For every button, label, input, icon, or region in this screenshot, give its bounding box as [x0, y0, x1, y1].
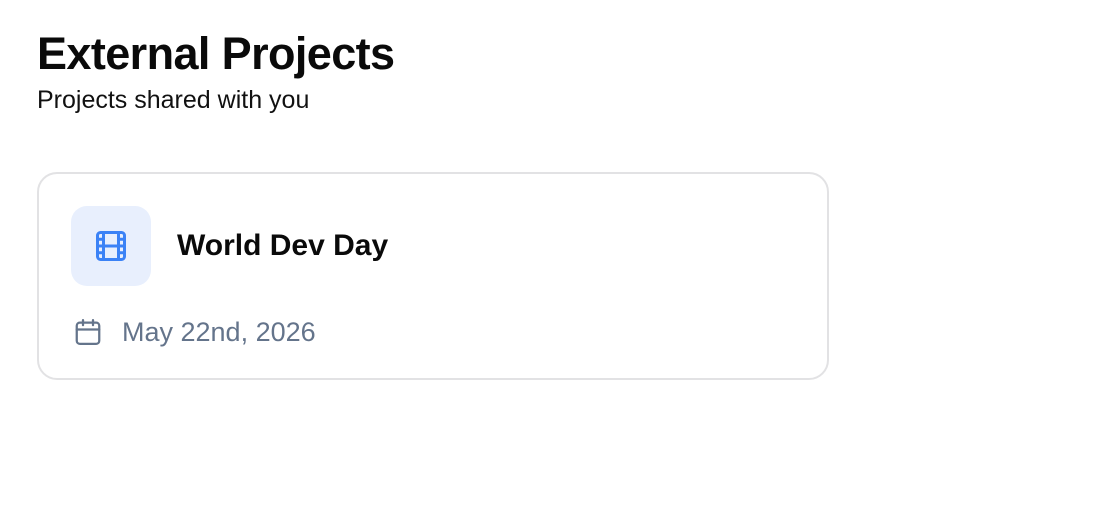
project-card-header: World Dev Day — [71, 206, 388, 286]
page-subtitle: Projects shared with you — [37, 86, 310, 114]
project-name: World Dev Day — [177, 229, 389, 262]
page-title: External Projects — [37, 28, 395, 79]
project-card[interactable]: World Dev Day May 22nd, 2026 — [37, 172, 829, 380]
film-icon — [96, 231, 126, 261]
external-projects-page: External Projects Projects shared with y… — [37, 26, 1118, 380]
project-icon-tile — [71, 206, 151, 286]
calendar-icon — [75, 319, 101, 345]
project-date: May 22nd, 2026 — [122, 317, 316, 347]
project-date-row: May 22nd, 2026 — [73, 315, 316, 349]
